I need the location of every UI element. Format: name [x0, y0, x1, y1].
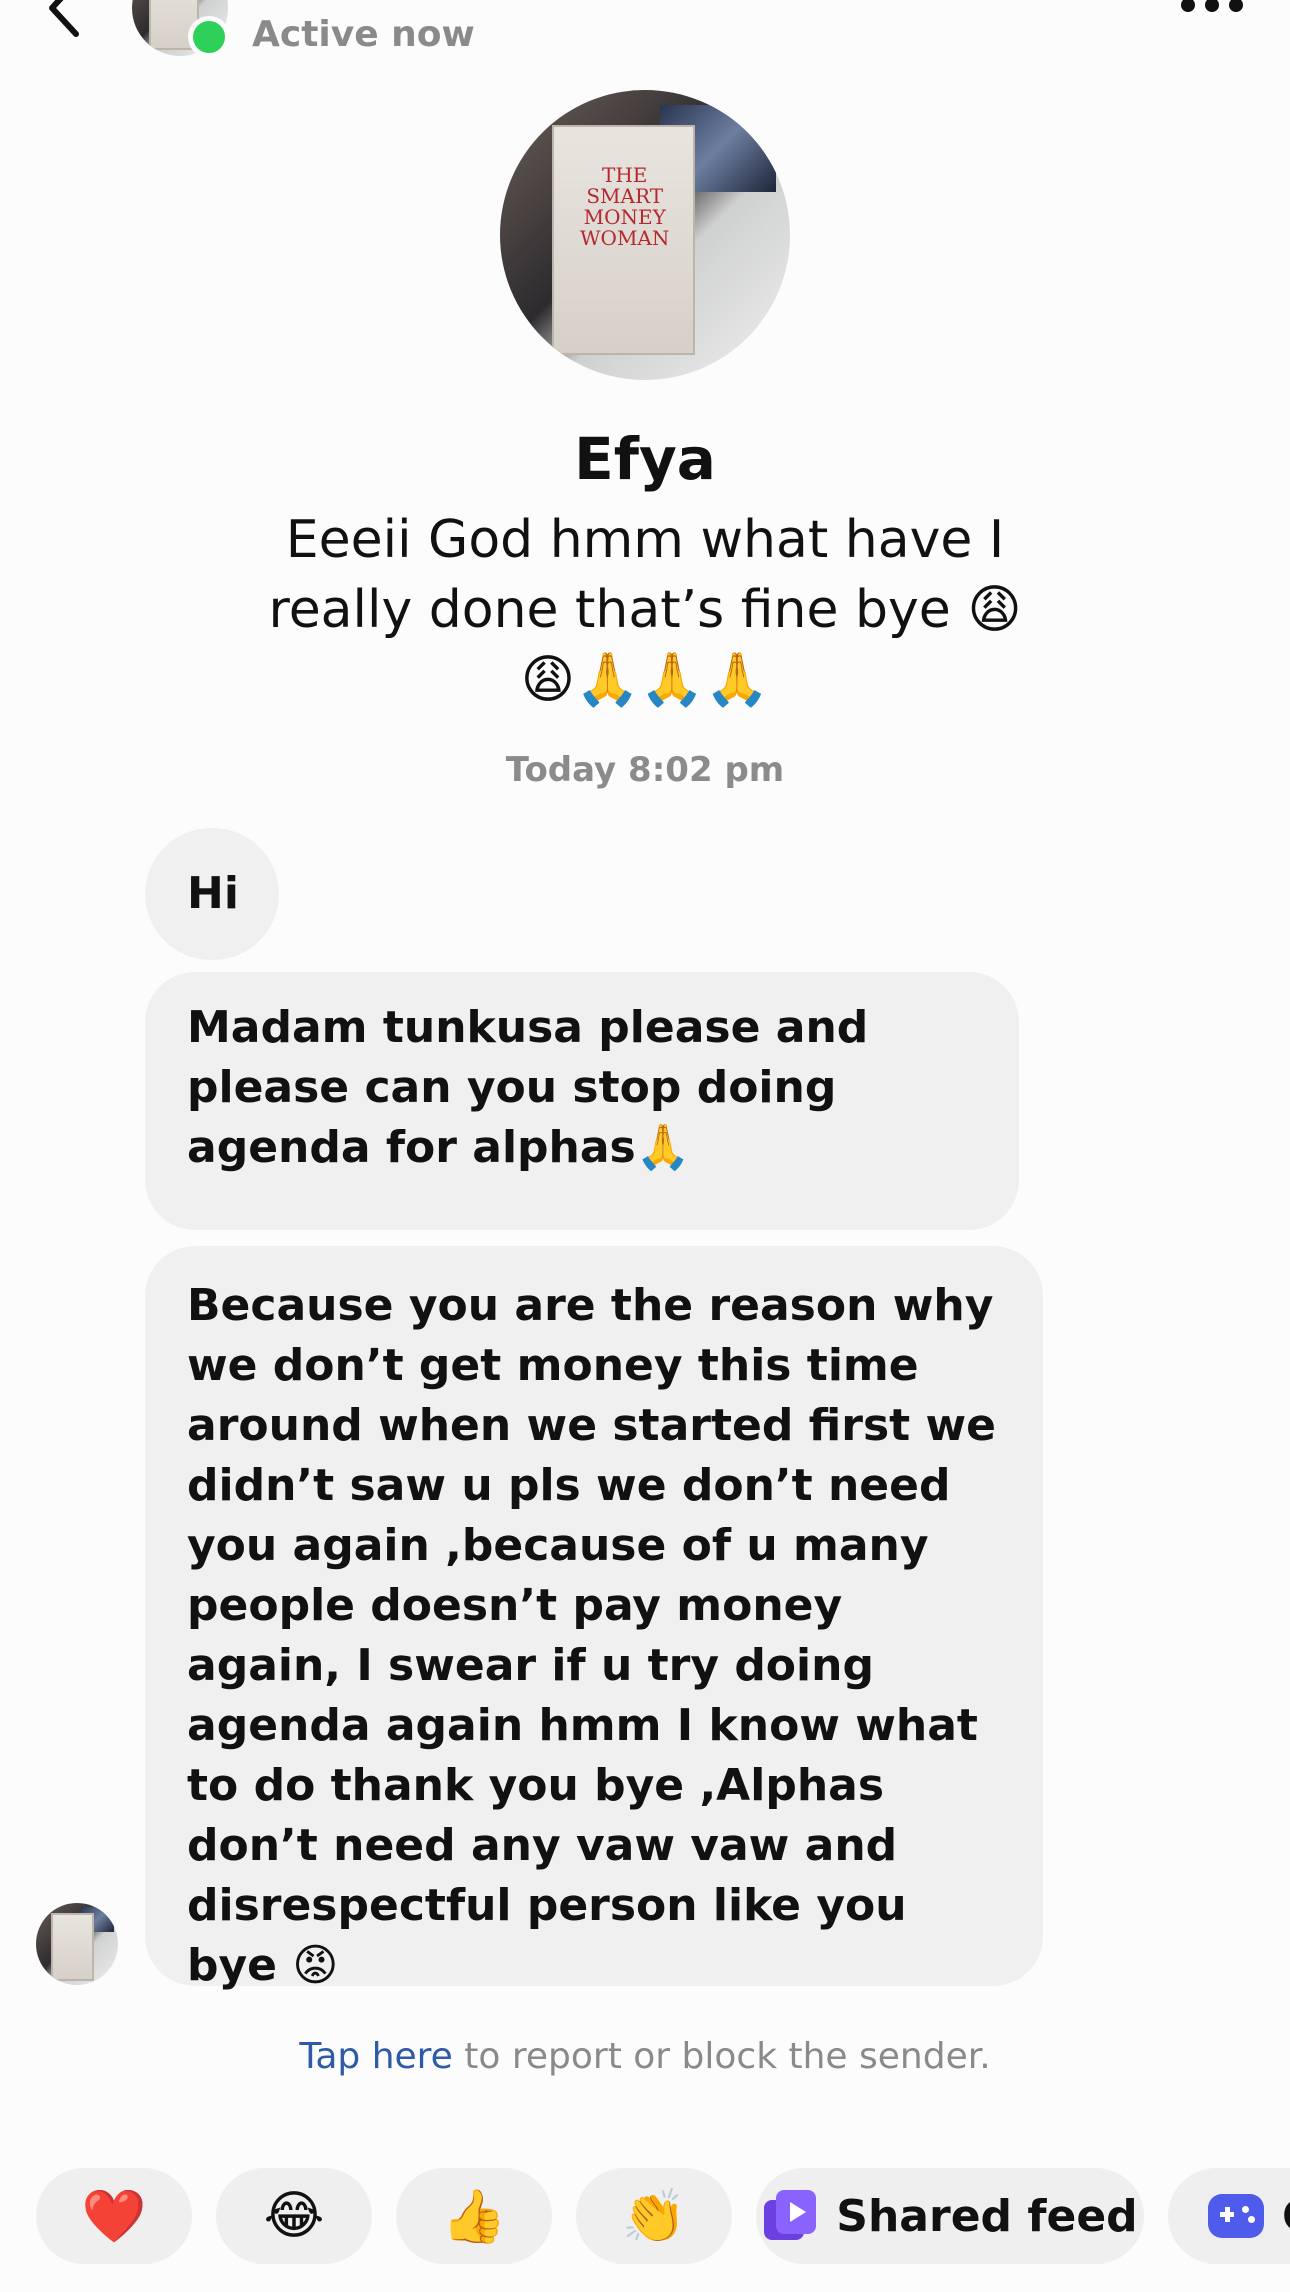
game-controller-icon — [1208, 2194, 1264, 2238]
quick-reply-heart[interactable]: ❤️ — [36, 2168, 192, 2264]
quick-reply-clap[interactable]: 👏 — [576, 2168, 732, 2264]
quick-reply-bar: ❤️ 😂 👍 👏 Shared feed G — [36, 2168, 1290, 2264]
message-bubble[interactable]: Madam tunkusa please and please can you … — [145, 972, 1019, 1230]
laugh-emoji-label: 😂 — [263, 2186, 325, 2246]
message-timestamp: Today 8:02 pm — [505, 750, 785, 790]
games-label: G — [1282, 2191, 1290, 2242]
sender-avatar-image — [36, 1903, 118, 1985]
back-button[interactable] — [40, 0, 90, 40]
avatar-book-title: THE SMART MONEY WOMAN — [580, 163, 670, 251]
profile-bio: Eeeii God hmm what have I really done th… — [268, 510, 1022, 710]
active-status: Active now — [252, 14, 475, 55]
report-link[interactable]: Tap here — [299, 2036, 453, 2077]
profile-name: Efya — [574, 425, 716, 493]
chat-header: Active now — [0, 0, 1290, 80]
message-bubble[interactable]: Hi — [145, 828, 279, 960]
online-status-indicator — [188, 16, 230, 58]
thumbs-up-emoji-label: 👍 — [441, 2186, 507, 2247]
shared-feed-icon — [762, 2188, 818, 2244]
shared-feed-button[interactable]: Shared feed — [756, 2168, 1144, 2264]
shared-feed-label: Shared feed — [836, 2190, 1138, 2242]
games-button[interactable]: G — [1168, 2168, 1290, 2264]
report-notice: Tap here to report or block the sender. — [0, 2036, 1290, 2077]
profile-avatar-image: THE SMART MONEY WOMAN — [500, 90, 790, 380]
message-bubble[interactable]: Because you are the reason why we don’t … — [145, 1246, 1043, 1991]
quick-reply-laugh[interactable]: 😂 — [216, 2168, 372, 2264]
profile-avatar[interactable]: THE SMART MONEY WOMAN — [500, 90, 790, 380]
report-text: to report or block the sender. — [452, 2036, 991, 2077]
back-arrow-icon — [49, 0, 79, 37]
quick-reply-thumbs-up[interactable]: 👍 — [396, 2168, 552, 2264]
more-options-icon — [1181, 0, 1195, 12]
heart-emoji-label: ❤️ — [81, 2186, 147, 2247]
clap-emoji-label: 👏 — [621, 2186, 687, 2247]
sender-avatar[interactable] — [36, 1903, 118, 1985]
more-options-button[interactable] — [1174, 0, 1250, 20]
